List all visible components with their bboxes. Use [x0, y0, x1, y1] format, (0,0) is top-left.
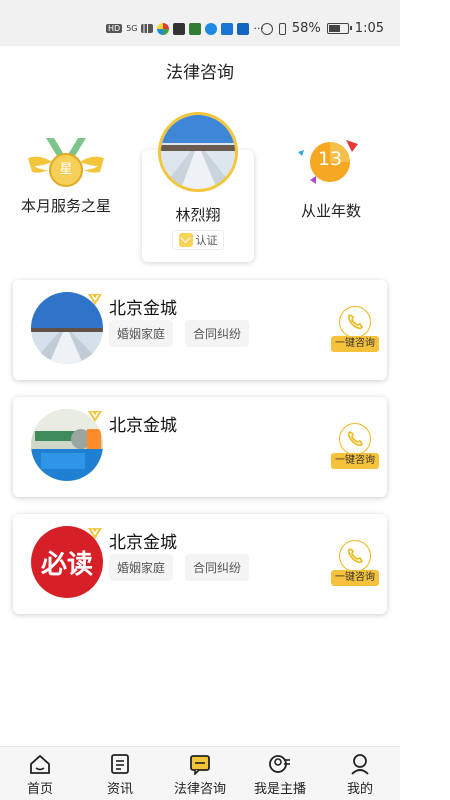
anchor-icon — [269, 755, 290, 773]
lawyer-tags: 婚姻家庭 合同纠纷 — [109, 320, 250, 347]
battery-percent: 58% — [291, 21, 321, 36]
lawyer-card[interactable]: 北京金城 一键咨询 — [13, 397, 387, 497]
verified-label: 认证 — [195, 234, 218, 247]
battery-icon — [326, 23, 352, 34]
tag-contract-dispute: 合同纠纷 — [185, 554, 250, 581]
tag-contract-dispute: 合同纠纷 — [185, 320, 250, 347]
verified-icon — [178, 233, 193, 247]
app-screen: HD 5G ··· 58% 1:05 法律咨询 星 本月服务之星 林烈翔 认证 … — [0, 0, 400, 800]
consult-label: 一键咨询 — [331, 453, 379, 469]
one-click-consult-button[interactable]: 一键咨询 — [331, 540, 379, 586]
home-icon — [30, 754, 50, 774]
vip-icon — [88, 294, 102, 305]
nav-item-news[interactable]: 资讯 — [80, 747, 160, 800]
nav-label-home: 首页 — [26, 782, 53, 797]
nav-item-profile[interactable]: 我的 — [320, 747, 400, 800]
years-label: 从业年数 — [300, 202, 361, 220]
one-click-consult-button[interactable]: 一键咨询 — [331, 306, 379, 352]
nav-item-legal-consult[interactable]: 法律咨询 — [160, 747, 240, 800]
phone-icon — [339, 540, 371, 572]
signal-icon — [141, 24, 154, 33]
profile-icon — [351, 754, 369, 775]
lawyer-name: 北京金城 — [109, 299, 177, 319]
nav-label-news: 资讯 — [106, 782, 133, 797]
consult-label: 一键咨询 — [331, 570, 379, 586]
lawyer-card[interactable]: 北京金城 婚姻家庭 合同纠纷 一键咨询 — [13, 280, 387, 380]
lawyer-name: 北京金城 — [109, 416, 177, 436]
bottom-nav: 首页 资讯 法律咨询 我是主播 我的 — [0, 746, 400, 800]
news-icon — [111, 754, 129, 774]
phone-icon — [339, 306, 371, 338]
phone-icon — [339, 423, 371, 455]
lawyer-tags: 婚姻家庭 合同纠纷 — [109, 554, 250, 581]
battery-level — [328, 25, 341, 32]
tag-marriage-family: 婚姻家庭 — [109, 320, 174, 347]
network-indicator: 5G — [126, 24, 138, 33]
right-margin — [400, 0, 450, 800]
app-icon-6 — [237, 22, 250, 35]
verified-badge: 认证 — [172, 230, 224, 250]
app-icon-2 — [173, 22, 186, 35]
page-title: 法律咨询 — [166, 63, 234, 83]
nav-label-legal-consult: 法律咨询 — [173, 782, 226, 797]
tag-marriage-family: 婚姻家庭 — [109, 554, 174, 581]
one-click-consult-button[interactable]: 一键咨询 — [331, 423, 379, 469]
vip-icon — [88, 528, 102, 539]
nav-item-anchor[interactable]: 我是主播 — [240, 747, 320, 800]
lawyer-card[interactable]: 必读 北京金城 婚姻家庭 合同纠纷 一键咨询 — [13, 514, 387, 614]
star-of-month-label: 本月服务之星 — [20, 197, 111, 215]
alarm-icon — [260, 22, 273, 35]
app-icon-4 — [205, 22, 218, 35]
featured-lawyer-name: 林烈翔 — [175, 206, 221, 224]
nav-label-profile: 我的 — [346, 782, 373, 797]
hd-indicator: HD — [106, 24, 123, 33]
nav-item-home[interactable]: 首页 — [0, 747, 80, 800]
status-right: 58% 1:05 — [260, 21, 384, 36]
snow-road-photo — [161, 115, 235, 189]
consult-label: 一键咨询 — [331, 336, 379, 352]
chat-icon — [190, 755, 210, 775]
clock: 1:05 — [354, 21, 384, 36]
status-icons: HD 5G ··· — [106, 22, 264, 35]
nav-label-anchor: 我是主播 — [253, 782, 306, 797]
status-bar: HD 5G ··· 58% 1:05 — [0, 0, 400, 46]
years-value: 13 — [317, 148, 343, 170]
app-icon-3 — [189, 22, 202, 35]
vibrate-icon — [278, 22, 286, 35]
app-icon-1 — [157, 22, 170, 35]
app-icon-5 — [221, 22, 234, 35]
lawyer-name: 北京金城 — [109, 533, 177, 553]
featured-lawyer-avatar[interactable] — [158, 112, 238, 192]
vip-icon — [88, 411, 102, 422]
star-medal-text: 星 — [59, 162, 73, 177]
